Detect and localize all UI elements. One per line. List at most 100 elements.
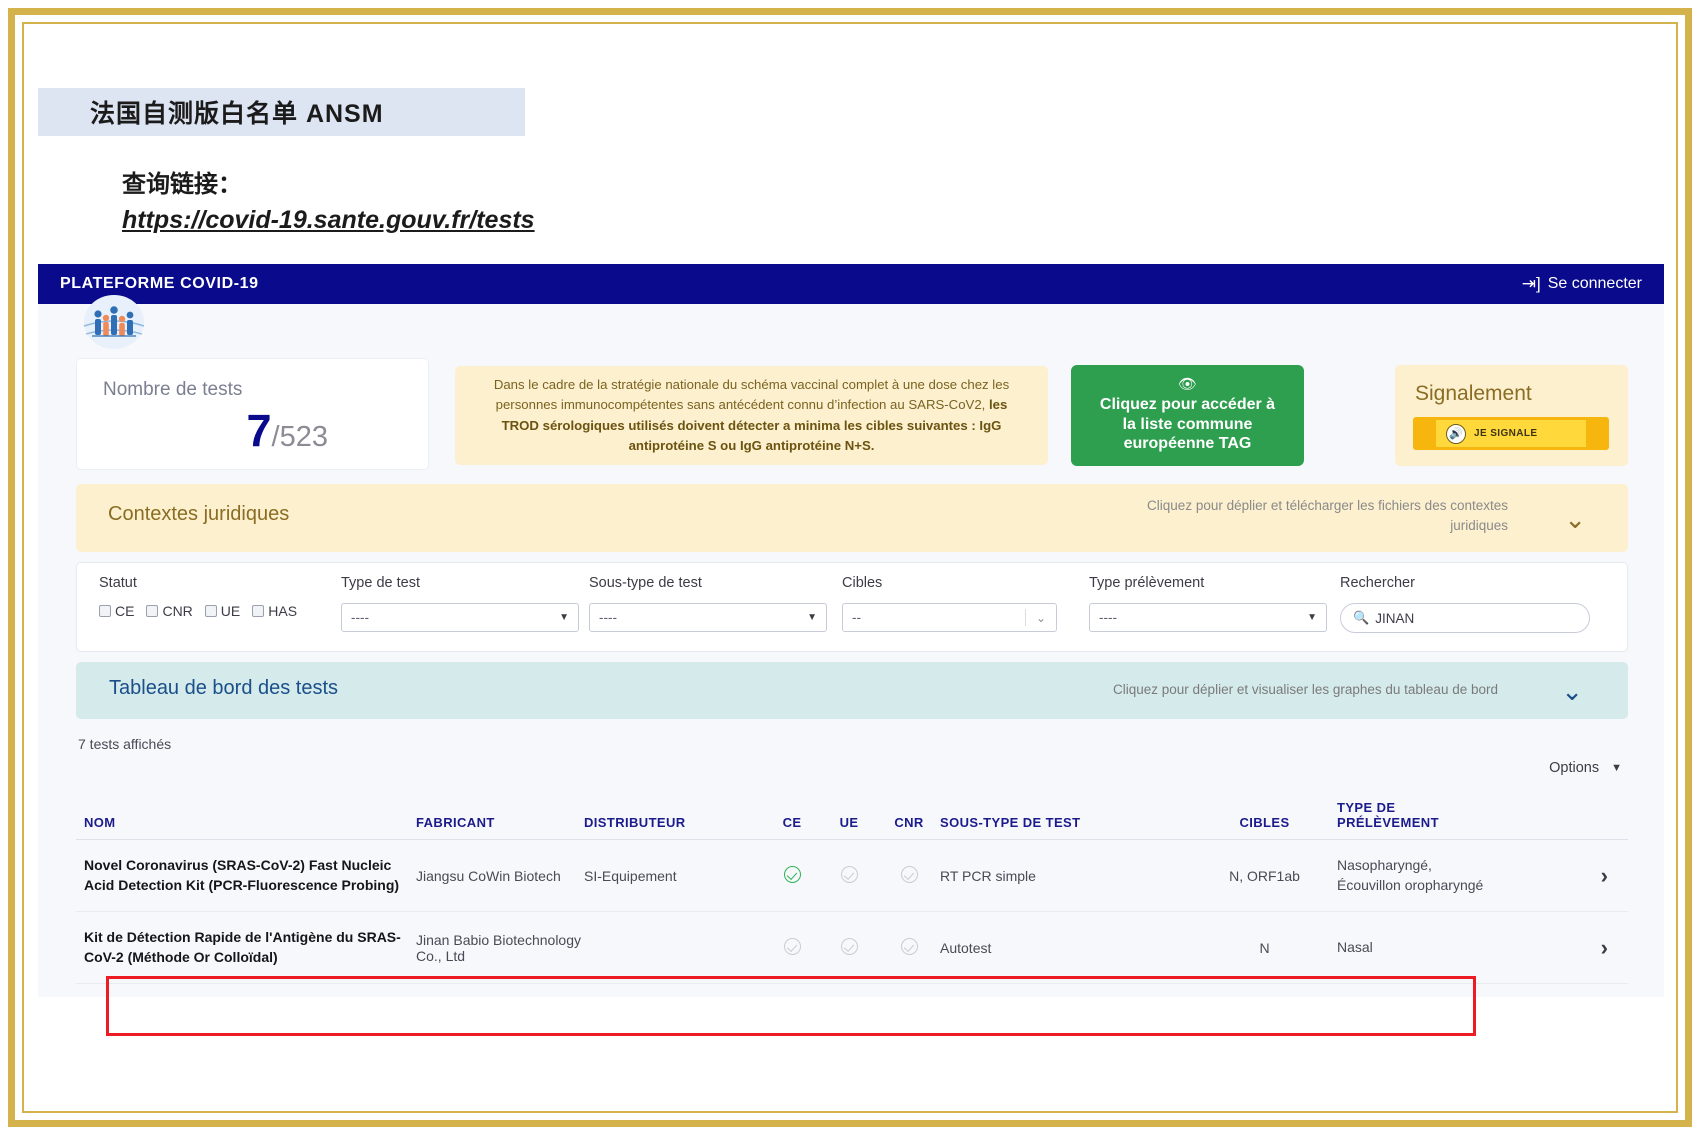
chevron-down-icon[interactable]: ⌄ xyxy=(1564,504,1586,535)
tests-displayed-count: 7 tests affichés xyxy=(78,736,171,752)
type-prelevement-value: ---- xyxy=(1099,610,1117,625)
je-signale-label: JE SIGNALE xyxy=(1474,428,1537,439)
cell-distributeur: SI-Equipement xyxy=(584,868,764,884)
statut-checkbox-has[interactable]: HAS xyxy=(252,603,297,619)
chevron-down-icon: ▼ xyxy=(559,612,569,623)
check-circle-icon xyxy=(784,938,801,955)
column-header-nom[interactable]: NOM xyxy=(76,815,416,830)
cell-fabricant: Jinan Babio Biotechnology Co., Ltd xyxy=(416,932,584,964)
chevron-down-icon: ▼ xyxy=(1611,762,1622,774)
cell-nom: Novel Coronavirus (SRAS-CoV-2) Fast Nucl… xyxy=(76,856,416,896)
filter-type-prelevement: Type prélèvement ---- ▼ xyxy=(1089,575,1327,632)
note-text-regular: Dans le cadre de la stratégie nationale … xyxy=(494,377,1009,412)
cell-prelevement: Nasopharyngé, Écouvillon oropharyngé xyxy=(1337,856,1497,896)
chevron-down-icon[interactable]: ⌄ xyxy=(1026,604,1056,631)
statut-ue-label: UE xyxy=(221,603,240,619)
filter-rechercher-label: Rechercher xyxy=(1340,575,1590,591)
tests-count-card: Nombre de tests 7/523 xyxy=(76,358,429,470)
slide-root: 法国自测版白名单 ANSM 查询链接： https://covid-19.san… xyxy=(0,0,1700,1135)
filter-statut-label: Statut xyxy=(99,575,339,591)
cell-fabricant: Jiangsu CoWin Biotech xyxy=(416,868,584,884)
column-header-cnr[interactable]: CNR xyxy=(878,815,940,830)
tests-count-label: Nombre de tests xyxy=(103,379,242,401)
row-expand-button[interactable]: › xyxy=(1497,863,1628,889)
table-row[interactable]: Novel Coronavirus (SRAS-CoV-2) Fast Nucl… xyxy=(76,840,1628,912)
slide-heading-banner: 法国自测版白名单 ANSM xyxy=(38,88,525,136)
statut-cnr-label: CNR xyxy=(162,603,192,619)
column-header-cibles[interactable]: CIBLES xyxy=(1192,815,1337,830)
search-input[interactable]: 🔍 JINAN xyxy=(1340,603,1590,633)
check-circle-icon xyxy=(901,938,918,955)
slide-subtitle: 查询链接： xyxy=(122,164,242,199)
row-expand-button[interactable]: › xyxy=(1497,935,1628,961)
checkbox-box[interactable] xyxy=(205,605,217,617)
cell-ce-status xyxy=(764,866,820,886)
checkbox-box[interactable] xyxy=(99,605,111,617)
chevron-right-icon[interactable]: › xyxy=(1601,935,1608,960)
kpi-row: Nombre de tests 7/523 Dans le cadre de l… xyxy=(38,358,1664,474)
signalement-card: Signalement 🔊 JE SIGNALE xyxy=(1395,365,1628,466)
checkbox-box[interactable] xyxy=(146,605,158,617)
check-circle-icon xyxy=(784,866,801,883)
type-de-test-select[interactable]: ---- ▼ xyxy=(341,603,579,632)
login-arrow-icon: ⇥] xyxy=(1522,274,1541,294)
tableau-de-bord-hint: Cliquez pour déplier et visualiser les g… xyxy=(1113,682,1498,697)
statut-has-label: HAS xyxy=(268,603,297,619)
filter-cibles-label: Cibles xyxy=(842,575,1057,591)
type-prelevement-select[interactable]: ---- ▼ xyxy=(1089,603,1327,632)
contextes-juridiques-title: Contextes juridiques xyxy=(108,503,289,526)
column-header-prelev-line1: TYPE DE xyxy=(1337,800,1497,815)
cell-sous-type: Autotest xyxy=(940,940,1192,956)
app-title: VISUALISATION TESTS COVID-19 xyxy=(170,286,730,302)
filter-statut: Statut CE CNR UE xyxy=(99,575,339,619)
cell-ue-status xyxy=(820,866,878,886)
cibles-multiselect[interactable]: -- ⌄ xyxy=(842,603,1057,632)
column-header-ce[interactable]: CE xyxy=(764,815,820,830)
european-tag-list-button[interactable]: 👁 Cliquez pour accéder à la liste commun… xyxy=(1071,365,1304,466)
check-circle-icon xyxy=(841,866,858,883)
embedded-web-app: PLATEFORME COVID-19 ⇥] Se connecter xyxy=(38,264,1664,997)
column-header-distributeur[interactable]: DISTRIBUTEUR xyxy=(584,815,764,830)
checkbox-box[interactable] xyxy=(252,605,264,617)
chevron-down-icon: ▼ xyxy=(807,612,817,623)
filter-cibles: Cibles -- ⌄ xyxy=(842,575,1057,632)
options-label: Options xyxy=(1549,760,1599,776)
cell-cnr-status xyxy=(878,938,940,958)
contextes-juridiques-hint: Cliquez pour déplier et télécharger les … xyxy=(1088,496,1508,535)
column-header-prelev-line2: PRÉLÈVEMENT xyxy=(1337,815,1497,830)
chevron-down-icon[interactable]: ⌄ xyxy=(1561,676,1583,707)
filter-rechercher: Rechercher 🔍 JINAN xyxy=(1340,575,1590,633)
statut-ce-label: CE xyxy=(115,603,134,619)
login-button[interactable]: ⇥] Se connecter xyxy=(1522,274,1642,294)
statut-checkbox-ue[interactable]: UE xyxy=(205,603,240,619)
signalement-title: Signalement xyxy=(1415,382,1532,406)
slide-canvas: 法国自测版白名单 ANSM 查询链接： https://covid-19.san… xyxy=(36,36,1664,1099)
column-header-ue[interactable]: UE xyxy=(820,815,878,830)
query-link[interactable]: https://covid-19.sante.gouv.fr/tests xyxy=(122,206,535,235)
column-header-fabricant[interactable]: FABRICANT xyxy=(416,815,584,830)
column-header-type-prelevement[interactable]: TYPE DE PRÉLÈVEMENT xyxy=(1337,800,1497,830)
sous-type-de-test-value: ---- xyxy=(599,610,617,625)
filter-type-de-test-label: Type de test xyxy=(341,575,579,591)
tableau-de-bord-panel[interactable]: Tableau de bord des tests Cliquez pour d… xyxy=(76,662,1628,719)
slide-heading-text: 法国自测版白名单 ANSM xyxy=(90,94,384,130)
statut-checkbox-cnr[interactable]: CNR xyxy=(146,603,192,619)
cell-ue-status xyxy=(820,938,878,958)
tests-count-value: 7 xyxy=(247,405,272,456)
table-row[interactable]: Kit de Détection Rapide de l'Antigène du… xyxy=(76,912,1628,984)
filter-sous-type-de-test: Sous-type de test ---- ▼ xyxy=(589,575,827,632)
filter-type-de-test: Type de test ---- ▼ xyxy=(341,575,579,632)
chevron-right-icon[interactable]: › xyxy=(1601,863,1608,888)
people-logo-icon xyxy=(74,288,154,350)
column-header-sous-type[interactable]: SOUS-TYPE DE TEST xyxy=(940,815,1192,830)
filter-sous-type-de-test-label: Sous-type de test xyxy=(589,575,827,591)
cell-cibles: N, ORF1ab xyxy=(1192,868,1337,884)
check-circle-icon xyxy=(841,938,858,955)
options-menu-button[interactable]: Options ▼ xyxy=(1549,760,1622,776)
contextes-juridiques-panel[interactable]: Contextes juridiques Cliquez pour déplie… xyxy=(76,484,1628,552)
je-signale-button[interactable]: 🔊 JE SIGNALE xyxy=(1413,417,1609,450)
eye-icon: 👁 xyxy=(1178,377,1197,392)
sous-type-de-test-select[interactable]: ---- ▼ xyxy=(589,603,827,632)
megaphone-icon: 🔊 xyxy=(1446,424,1466,444)
statut-checkbox-ce[interactable]: CE xyxy=(99,603,134,619)
